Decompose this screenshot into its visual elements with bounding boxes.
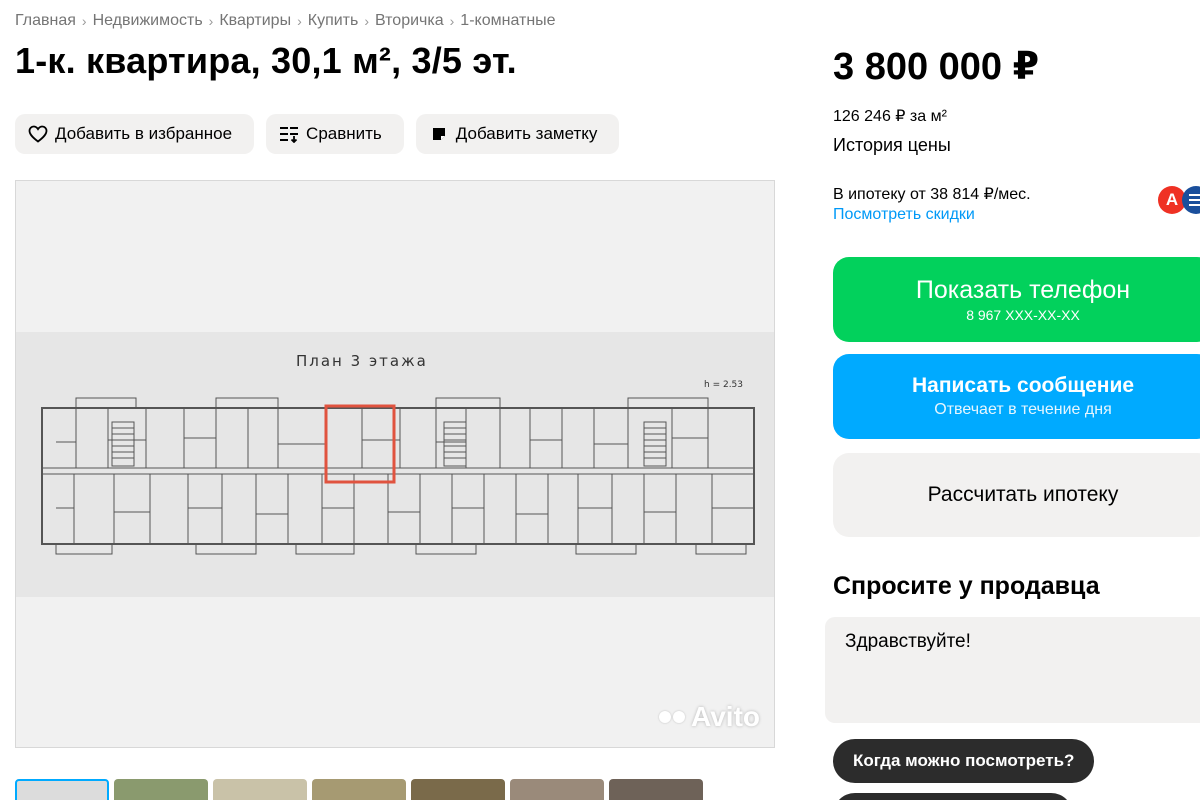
breadcrumb-item-apartments[interactable]: Квартиры <box>219 12 291 30</box>
thumbnail[interactable] <box>510 779 604 800</box>
quick-question-chip[interactable]: Когда можно посмотреть? <box>833 739 1095 783</box>
chevron-right-icon: › <box>364 13 370 29</box>
thumbnail[interactable] <box>609 779 703 800</box>
add-note-button[interactable]: Добавить заметку <box>415 114 620 154</box>
floor-plan-drawing <box>41 397 755 555</box>
show-phone-button[interactable]: Показать телефон 8 967 XXX-XX-XX <box>833 257 1200 342</box>
chevron-right-icon: › <box>208 13 214 29</box>
photo-thumbnails <box>15 779 703 800</box>
compare-icon <box>278 123 300 145</box>
breadcrumb-item-home[interactable]: Главная <box>15 12 76 30</box>
calculate-mortgage-button[interactable]: Рассчитать ипотеку <box>833 453 1200 537</box>
avito-logo-icon <box>659 711 687 723</box>
thumbnail[interactable] <box>15 779 109 800</box>
chevron-right-icon: › <box>297 13 302 29</box>
chevron-right-icon: › <box>81 13 87 29</box>
chevron-right-icon: › <box>449 13 455 29</box>
add-note-label: Добавить заметку <box>455 124 598 143</box>
reply-time-note: Отвечает в течение дня <box>934 401 1112 418</box>
breadcrumb-item-one-room[interactable]: 1-комнатные <box>460 12 555 30</box>
compare-label: Сравнить <box>306 124 382 143</box>
breadcrumb-item-real-estate[interactable]: Недвижимость <box>93 12 203 30</box>
quick-question-chip[interactable] <box>833 793 1073 800</box>
write-message-label: Написать сообщение <box>911 374 1135 397</box>
floor-plan-image: План 3 этажа h = 2.53 <box>16 332 774 598</box>
mortgage-monthly: В ипотеку от 38 814 ₽/мес. <box>833 186 1031 203</box>
breadcrumb: Главная › Недвижимость › Квартиры › Купи… <box>15 12 556 30</box>
note-icon <box>428 123 450 145</box>
thumbnail[interactable] <box>312 779 406 800</box>
page-title: 1-к. квартира, 30,1 м², 3/5 эт. <box>15 40 517 81</box>
main-photo[interactable]: План 3 этажа h = 2.53 Avito <box>15 180 775 748</box>
heart-icon <box>27 123 49 145</box>
ask-seller-heading: Спросите у продавца <box>833 572 1100 600</box>
breadcrumb-item-buy[interactable]: Купить <box>308 12 359 30</box>
price-history-link[interactable]: История цены <box>833 135 951 156</box>
breadcrumb-item-secondary[interactable]: Вторичка <box>375 12 444 30</box>
add-to-favorites-label: Добавить в избранное <box>55 124 233 143</box>
photo-blurred-background-top <box>16 181 774 333</box>
watermark-text: Avito <box>691 701 760 732</box>
price-per-meter: 126 246 ₽ за м² <box>833 108 947 125</box>
compare-button[interactable]: Сравнить <box>266 114 404 154</box>
listing-actions: Добавить в избранное Сравнить Добавить з… <box>15 114 620 154</box>
show-phone-label: Показать телефон <box>915 276 1131 304</box>
write-message-button[interactable]: Написать сообщение Отвечает в течение дн… <box>833 354 1200 439</box>
price: 3 800 000 ₽ <box>833 46 1040 88</box>
view-discounts-link[interactable]: Посмотреть скидки <box>833 206 975 224</box>
add-to-favorites-button[interactable]: Добавить в избранное <box>15 114 255 154</box>
thumbnail[interactable] <box>213 779 307 800</box>
bank-logo-icon <box>1182 186 1200 214</box>
calculate-mortgage-label: Рассчитать ипотеку <box>927 483 1119 506</box>
thumbnail[interactable] <box>114 779 208 800</box>
thumbnail[interactable] <box>411 779 505 800</box>
seller-message-input[interactable]: Здравствуйте! <box>825 617 1200 723</box>
phone-number-masked: 8 967 XXX-XX-XX <box>966 307 1080 323</box>
avito-watermark: Avito <box>659 701 760 733</box>
